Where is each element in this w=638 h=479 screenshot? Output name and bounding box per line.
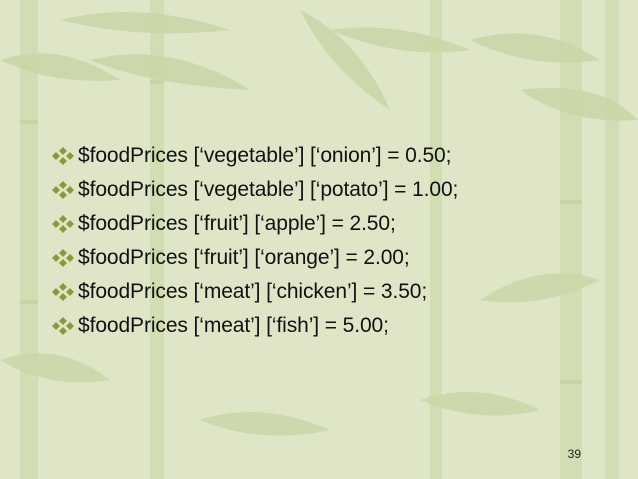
slide: $foodPrices [‘vegetable’] [‘onion’] = 0.… [0,0,638,479]
list-item-text: $foodPrices [‘meat’] [‘chicken’] = 3.50; [78,280,428,303]
diamond-cluster-icon [52,147,74,165]
list-item-text: $foodPrices [‘fruit’] [‘apple’] = 2.50; [78,212,396,235]
diamond-cluster-icon [52,283,74,301]
bullet-list: $foodPrices [‘vegetable’] [‘onion’] = 0.… [50,139,610,343]
diamond-cluster-icon [52,317,74,335]
list-item-text: $foodPrices [‘vegetable’] [‘onion’] = 0.… [78,144,452,167]
diamond-cluster-icon [52,181,74,199]
list-item: $foodPrices [‘meat’] [‘fish’] = 5.00; [50,309,610,343]
page-number: 39 [567,447,581,461]
list-item-text: $foodPrices [‘meat’] [‘fish’] = 5.00; [78,314,389,337]
list-item: $foodPrices [‘fruit’] [‘apple’] = 2.50; [50,207,610,241]
list-item-text: $foodPrices [‘fruit’] [‘orange’] = 2.00; [78,246,410,269]
list-item: $foodPrices [‘fruit’] [‘orange’] = 2.00; [50,241,610,275]
list-item-text: $foodPrices [‘vegetable’] [‘potato’] = 1… [78,178,459,201]
diamond-cluster-icon [52,215,74,233]
list-item: $foodPrices [‘vegetable’] [‘potato’] = 1… [50,173,610,207]
diamond-cluster-icon [52,249,74,267]
list-item: $foodPrices [‘vegetable’] [‘onion’] = 0.… [50,139,610,173]
list-item: $foodPrices [‘meat’] [‘chicken’] = 3.50; [50,275,610,309]
